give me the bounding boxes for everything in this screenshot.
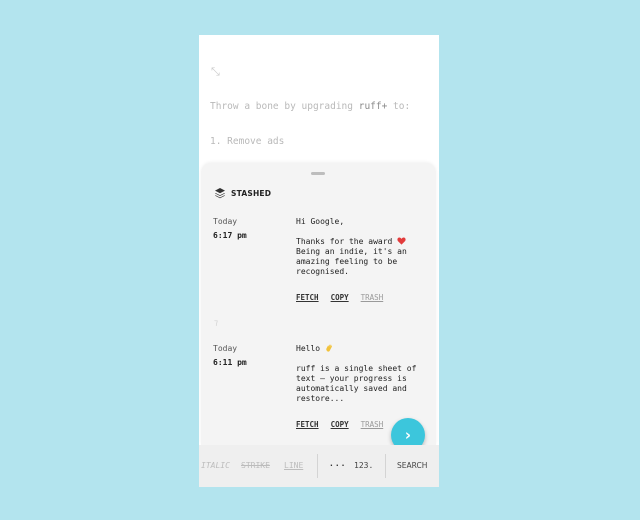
entry-greeting: Hi Google, — [296, 217, 345, 226]
italic-button[interactable]: ITALIC — [201, 461, 230, 470]
app-screen: ⤡ Throw a bone by upgrading ruff+ to: 1.… — [199, 35, 439, 487]
entry-day: Today — [213, 217, 238, 226]
trash-button[interactable]: TRASH — [361, 293, 384, 302]
editor-line-upgrade: Throw a bone by upgrading ruff+ to: — [210, 101, 410, 112]
numbered-list-button[interactable]: 123. — [354, 461, 373, 470]
entry-text: Hello ruff is a single sheet of text — y… — [296, 344, 426, 414]
copy-button[interactable]: COPY — [331, 293, 349, 302]
fetch-button[interactable]: FETCH — [296, 420, 319, 429]
heart-emoji-icon — [397, 237, 406, 245]
brand-name: ruff+ — [358, 101, 388, 112]
entry-actions: FETCH COPY TRASH — [296, 293, 383, 302]
line-button[interactable]: LINE — [284, 461, 303, 470]
toolbar-divider — [385, 454, 386, 478]
entry-body-rest: Being an indie, it's an amazing feeling … — [296, 247, 407, 276]
layers-icon — [215, 188, 225, 199]
entry-body-line: Thanks for the award — [296, 237, 393, 246]
upgrade-text-suffix: to: — [387, 101, 411, 112]
upgrade-text-prefix: Throw a bone by upgrading — [210, 101, 359, 112]
copy-button[interactable]: COPY — [331, 420, 349, 429]
wave-emoji-icon — [326, 344, 332, 352]
divider-glyph: ⁊ — [214, 318, 218, 327]
sheet-header: STASHED — [214, 187, 271, 199]
chevron-right-icon: › — [404, 426, 412, 444]
trash-button[interactable]: TRASH — [361, 420, 384, 429]
editor-line-remove-ads: 1. Remove ads — [210, 136, 285, 147]
strike-button[interactable]: STRIKE — [241, 461, 270, 470]
entry-time: 6:17 pm — [213, 231, 247, 240]
search-button[interactable]: SEARCH — [397, 461, 427, 470]
format-toolbar: ITALIC STRIKE LINE ··· 123. SEARCH — [199, 445, 439, 487]
fetch-button[interactable]: FETCH — [296, 293, 319, 302]
text-editor[interactable]: ⤡ Throw a bone by upgrading ruff+ to: 1.… — [199, 35, 439, 175]
entry-day: Today — [213, 344, 238, 353]
drag-handle[interactable] — [311, 172, 325, 175]
entry-actions: FETCH COPY TRASH — [296, 420, 383, 429]
entry-text: Hi Google, Thanks for the award Being an… — [296, 217, 426, 287]
stashed-sheet: STASHED Today 6:17 pm Hi Google, Thanks … — [201, 163, 436, 445]
sheet-title: STASHED — [231, 188, 272, 198]
expand-icon[interactable]: ⤡ — [211, 65, 220, 79]
toolbar-divider — [317, 454, 318, 478]
entry-body-line: ruff is a single sheet of text — your pr… — [296, 364, 417, 403]
more-options-button[interactable]: ··· — [329, 461, 346, 470]
entry-greeting: Hello — [296, 344, 321, 353]
entry-time: 6:11 pm — [213, 358, 247, 367]
